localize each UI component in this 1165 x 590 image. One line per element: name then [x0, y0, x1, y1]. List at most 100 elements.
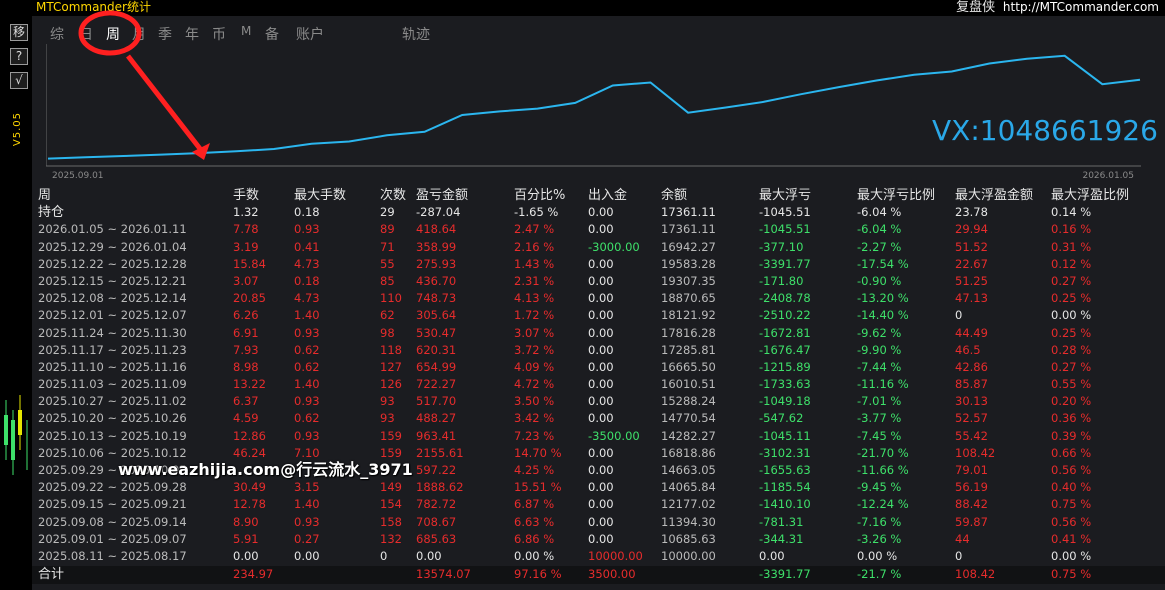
cell-max-fp: 46.5: [955, 342, 981, 357]
tab-account[interactable]: 账户: [296, 24, 324, 44]
cell-max-dd: -171.80: [759, 273, 804, 288]
cell-lots: 5.91: [233, 531, 259, 546]
cell-pnl: 722.27: [416, 377, 457, 392]
weekly-stats-table: 周 手数 最大手数 次数 盈亏金额 百分比% 出入金 余额 最大浮亏 最大浮亏比例 最大浮盈金额 最大…: [38, 187, 1165, 565]
tab-year[interactable]: 年: [185, 24, 199, 44]
table-row[interactable]: 2026.01.05 ~ 2026.01.11 7.78 0.93 89 418.64 2…: [38, 221, 1165, 238]
cell-balance: 17285.81: [661, 342, 716, 357]
cell-period: 2025.09.01 ~ 2025.09.07: [38, 531, 187, 546]
cell-flow: 0.00: [588, 394, 614, 409]
column-header[interactable]: 余额: [661, 187, 687, 204]
table-row[interactable]: 2025.12.08 ~ 2025.12.14 20.85 4.73 110 748.7…: [38, 290, 1165, 307]
total-max-fp-pct: 0.75 %: [1051, 567, 1092, 581]
cell-count: 159: [380, 428, 402, 443]
tab-overview[interactable]: 综: [50, 24, 64, 44]
cell-count: 132: [380, 531, 402, 546]
cell-max-dd: -2510.22: [759, 308, 811, 323]
cell-pct: 3.72 %: [514, 342, 555, 357]
tab-m[interactable]: M: [241, 24, 251, 38]
table-row[interactable]: 2025.09.01 ~ 2025.09.07 5.91 0.27 132 685.63…: [38, 531, 1165, 548]
cell-count: 55: [380, 256, 395, 271]
cell-max-dd-pct: -6.04 %: [857, 222, 902, 237]
tab-month[interactable]: 月: [132, 24, 146, 44]
cell-pct: 6.87 %: [514, 497, 555, 512]
table-row[interactable]: 2025.09.15 ~ 2025.09.21 12.78 1.40 154 782.7…: [38, 496, 1165, 513]
cell-max-fp: 108.42: [955, 445, 996, 460]
background-candles-icon: [4, 395, 28, 475]
cell-max-fp-pct: 0.28 %: [1051, 342, 1092, 357]
cell-pnl: 488.27: [416, 411, 457, 426]
column-header[interactable]: 手数: [233, 187, 259, 204]
cell-balance: 18121.92: [661, 308, 716, 323]
cell-pct: 1.43 %: [514, 256, 555, 271]
cell-max-dd-pct: 0.00 %: [857, 548, 898, 563]
cell-lots: 13.22: [233, 377, 266, 392]
cell-max-lots: 1.40: [294, 377, 320, 392]
table-row[interactable]: 2025.09.08 ~ 2025.09.14 8.90 0.93 158 708.67…: [38, 514, 1165, 531]
tab-quarter[interactable]: 季: [158, 24, 172, 44]
table-row[interactable]: 2025.11.10 ~ 2025.11.16 8.98 0.62 127 654.99…: [38, 359, 1165, 376]
cell-pnl: 517.70: [416, 394, 457, 409]
chart-x-end-label: 2026.01.05: [1082, 171, 1134, 181]
cell-balance: 14663.05: [661, 463, 716, 477]
cell-balance: 16665.50: [661, 359, 716, 374]
cell-max-fp-pct: 0.55 %: [1051, 377, 1092, 392]
holding-max-dd-pct: -6.04 %: [857, 205, 902, 220]
tab-day[interactable]: 日: [79, 24, 93, 44]
table-row[interactable]: 2025.12.22 ~ 2025.12.28 15.84 4.73 55 275.93…: [38, 256, 1165, 273]
table-row[interactable]: 2025.09.22 ~ 2025.09.28 30.49 3.15 149 1888.…: [38, 479, 1165, 496]
check-button[interactable]: √: [10, 72, 28, 89]
help-button[interactable]: ?: [10, 48, 28, 65]
cell-pnl: 530.47: [416, 325, 457, 340]
tab-trajectory[interactable]: 轨迹: [402, 24, 430, 44]
column-header[interactable]: 出入金: [588, 187, 627, 204]
cell-flow: 0.00: [588, 325, 614, 340]
table-row[interactable]: 2025.10.20 ~ 2025.10.26 4.59 0.62 93 488.27 3…: [38, 410, 1165, 427]
cell-max-fp: 55.42: [955, 428, 988, 443]
cell-max-dd-pct: -9.90 %: [857, 342, 902, 357]
cell-max-fp-pct: 0.66 %: [1051, 445, 1092, 460]
cell-max-fp: 29.94: [955, 222, 988, 237]
cell-pnl: 654.99: [416, 359, 457, 374]
tab-note[interactable]: 备: [265, 24, 279, 44]
cell-count: 85: [380, 273, 395, 288]
table-row[interactable]: 2025.11.17 ~ 2025.11.23 7.93 0.62 118 620.31…: [38, 342, 1165, 359]
table-row[interactable]: 2025.10.13 ~ 2025.10.19 12.86 0.93 159 963.4…: [38, 428, 1165, 445]
cell-max-lots: 3.15: [294, 480, 320, 495]
column-header[interactable]: 周: [38, 187, 51, 204]
tab-week[interactable]: 周: [106, 24, 120, 44]
column-header[interactable]: 最大浮盈金额: [955, 187, 1033, 204]
cell-lots: 3.19: [233, 239, 259, 254]
cell-flow: -3500.00: [588, 428, 640, 443]
column-header[interactable]: 最大浮亏比例: [857, 187, 935, 204]
holding-pct: -1.65 %: [514, 205, 559, 220]
column-header[interactable]: 盈亏金额: [416, 187, 468, 204]
tab-symbol[interactable]: 币: [212, 24, 226, 44]
total-max-fp: 108.42: [955, 567, 996, 581]
cell-pct: 3.42 %: [514, 411, 555, 426]
table-row[interactable]: 2025.08.11 ~ 2025.08.17 0.00 0.00 0 0.00 0.00…: [38, 548, 1165, 565]
table-row[interactable]: 2025.12.15 ~ 2025.12.21 3.07 0.18 85 436.70 2…: [38, 273, 1165, 290]
cell-flow: 0.00: [588, 480, 614, 495]
cell-flow: 0.00: [588, 342, 614, 357]
cell-flow: 10000.00: [588, 548, 643, 563]
total-pnl: 13574.07: [416, 567, 471, 581]
column-header[interactable]: 次数: [380, 187, 406, 204]
cell-max-fp: 44: [955, 531, 970, 546]
column-header[interactable]: 最大浮亏: [759, 187, 811, 204]
table-row[interactable]: 2025.12.01 ~ 2025.12.07 6.26 1.40 62 305.64 1…: [38, 307, 1165, 324]
table-row[interactable]: 2025.12.29 ~ 2026.01.04 3.19 0.41 71 358.99 2…: [38, 239, 1165, 256]
cell-flow: 0.00: [588, 308, 614, 323]
table-row[interactable]: 2025.10.27 ~ 2025.11.02 6.37 0.93 93 517.70 3…: [38, 393, 1165, 410]
cell-balance: 15288.24: [661, 394, 716, 409]
cell-pnl: 963.41: [416, 428, 457, 443]
column-header[interactable]: 最大手数: [294, 187, 346, 204]
table-row[interactable]: 2025.11.03 ~ 2025.11.09 13.22 1.40 126 722.2…: [38, 376, 1165, 393]
cell-balance: 14770.54: [661, 411, 716, 426]
holding-max-dd: -1045.51: [759, 205, 811, 220]
table-row[interactable]: 2025.11.24 ~ 2025.11.30 6.91 0.93 98 530.47 3…: [38, 325, 1165, 342]
move-button[interactable]: 移: [10, 24, 28, 41]
column-header[interactable]: 百分比%: [514, 187, 565, 204]
column-header[interactable]: 最大浮盈比例: [1051, 187, 1129, 204]
brand-url-link[interactable]: http://MTCommander.com: [1003, 0, 1159, 14]
